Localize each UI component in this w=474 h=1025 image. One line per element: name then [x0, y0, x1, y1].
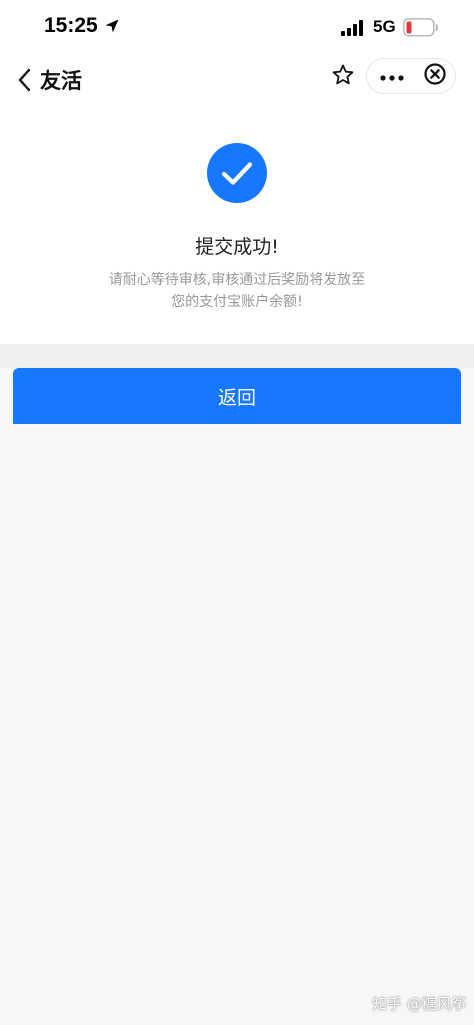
result-description-line-2: 您的支付宝账户余额! [171, 294, 303, 310]
section-divider [0, 344, 474, 368]
status-time: 15:25 [44, 14, 98, 37]
nav-bar: 友活 [0, 56, 474, 104]
mini-app-capsule [366, 58, 456, 94]
page-title: 友活 [40, 69, 82, 93]
screen: 15:25 5G 友活 提交成功! 请耐心等待审核,审核通过后奖励将发放至 您的… [0, 0, 474, 1025]
star-outline-icon [331, 63, 355, 91]
result-panel: 提交成功! 请耐心等待审核,审核通过后奖励将发放至 您的支付宝账户余额! [0, 104, 474, 344]
signal-bars-icon [341, 20, 365, 36]
favorite-button[interactable] [326, 60, 360, 94]
chevron-left-icon [14, 67, 36, 93]
return-button[interactable]: 返回 [13, 368, 461, 424]
empty-content-area [0, 424, 474, 1025]
location-arrow-icon [104, 18, 120, 34]
check-circle-icon [206, 142, 268, 204]
more-button[interactable] [369, 61, 415, 91]
circle-close-icon [423, 62, 447, 90]
more-dots-icon [379, 67, 405, 86]
battery-low-icon [403, 18, 439, 37]
result-description: 请耐心等待审核,审核通过后奖励将发放至 您的支付宝账户余额! [87, 269, 387, 313]
watermark: 知乎 @糖风筝 [372, 995, 467, 1013]
back-button[interactable]: 友活 [14, 60, 82, 100]
result-description-line-1: 请耐心等待审核,审核通过后奖励将发放至 [108, 272, 366, 288]
result-title: 提交成功! [195, 236, 279, 258]
network-label: 5G [373, 17, 396, 36]
close-button[interactable] [417, 61, 453, 91]
status-bar: 15:25 5G [0, 0, 474, 56]
